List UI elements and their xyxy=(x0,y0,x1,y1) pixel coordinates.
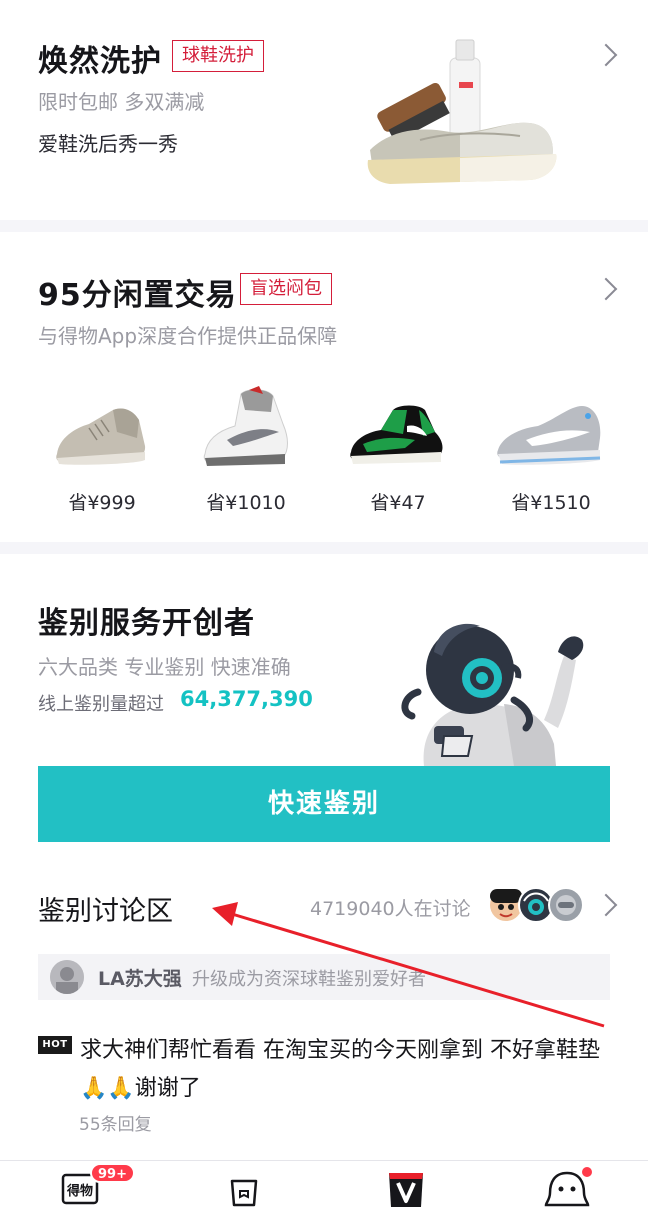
secondhand-tag: 盲选闷包 xyxy=(240,273,332,305)
quick-authentication-button[interactable]: 快速鉴别 xyxy=(38,766,610,842)
post-title-line-1[interactable]: 求大神们帮忙看看 在淘宝买的今天刚拿到 不好拿鞋垫 xyxy=(80,1032,600,1064)
tab-identify[interactable] xyxy=(386,1169,426,1209)
shoe-gray-runner-icon xyxy=(497,406,601,465)
profile-notification-dot xyxy=(580,1165,594,1179)
authentication-title: 鉴别服务开创者 xyxy=(38,606,255,641)
shoe-suede-high-top-icon xyxy=(56,408,146,465)
secondhand-chevron-right-icon[interactable] xyxy=(594,277,618,301)
authentication-subtitle: 六大品类 专业鉴别 快速准确 xyxy=(38,655,291,679)
bottom-tab-bar: 得物 99+ xyxy=(0,1160,648,1210)
discussion-count[interactable]: 4719040人在讨论 xyxy=(310,894,471,921)
secondhand-title: 95分闲置交易 xyxy=(38,278,237,313)
discussion-section-title: 鉴别讨论区 xyxy=(38,896,173,927)
secondhand-item-4-saving: 省¥1510 xyxy=(511,492,591,514)
post-title-line-2[interactable]: 🙏🙏谢谢了 xyxy=(80,1070,201,1102)
shopping-bag-icon xyxy=(230,1179,258,1207)
shoe-care-product-image xyxy=(367,39,557,184)
secondhand-item-1[interactable]: 省¥999 xyxy=(27,380,177,520)
secondhand-item-2[interactable]: 省¥1010 xyxy=(171,380,321,520)
secondhand-item-2-saving: 省¥1010 xyxy=(206,492,286,514)
post-reply-count: 55条回复 xyxy=(79,1115,152,1135)
discussion-notice-banner[interactable]: LA苏大强 升级成为资深球鞋鉴别爱好者 xyxy=(38,954,610,1000)
secondhand-subtitle: 与得物App深度合作提供正品保障 xyxy=(38,324,338,348)
avatar xyxy=(50,960,84,994)
shoe-care-tag: 球鞋洗护 xyxy=(172,40,264,72)
tab-profile[interactable] xyxy=(544,1165,594,1209)
authentication-stat-label: 线上鉴别量超过 xyxy=(38,694,164,715)
shoe-white-basketball-icon xyxy=(203,386,288,466)
shoe-care-subtitle: 限时包邮 多双满减 xyxy=(38,90,205,114)
avatar xyxy=(548,887,584,923)
tab-shop[interactable] xyxy=(224,1169,264,1209)
secondhand-item-1-saving: 省¥999 xyxy=(68,492,136,514)
shoe-care-tagline: 爱鞋洗后秀一秀 xyxy=(38,132,178,156)
authentication-stat-value: 64,377,390 xyxy=(180,687,313,711)
shoe-green-jordan-icon xyxy=(350,405,443,464)
secondhand-item-3-saving: 省¥47 xyxy=(370,492,426,514)
shoe-care-title: 焕然洗护 xyxy=(38,44,162,79)
secondhand-item-3[interactable]: 省¥47 xyxy=(323,380,473,520)
tab-home-badge: 99+ xyxy=(90,1163,135,1183)
hot-badge: HOT xyxy=(38,1036,72,1054)
tab-home-label: 得物 xyxy=(66,1183,93,1199)
secondhand-item-4[interactable]: 省¥1510 xyxy=(476,380,626,520)
notice-username[interactable]: LA苏大强 xyxy=(98,964,182,991)
tab-home[interactable]: 得物 99+ xyxy=(60,1163,135,1209)
notice-text: 升级成为资深球鞋鉴别爱好者 xyxy=(192,969,426,990)
shoe-care-chevron-right-icon[interactable] xyxy=(594,43,618,67)
identify-v-icon xyxy=(389,1173,423,1207)
mascot-illustration xyxy=(401,623,584,766)
shoe-care-card[interactable]: 焕然洗护 球鞋洗护 限时包邮 多双满减 爱鞋洗后秀一秀 xyxy=(0,0,648,220)
